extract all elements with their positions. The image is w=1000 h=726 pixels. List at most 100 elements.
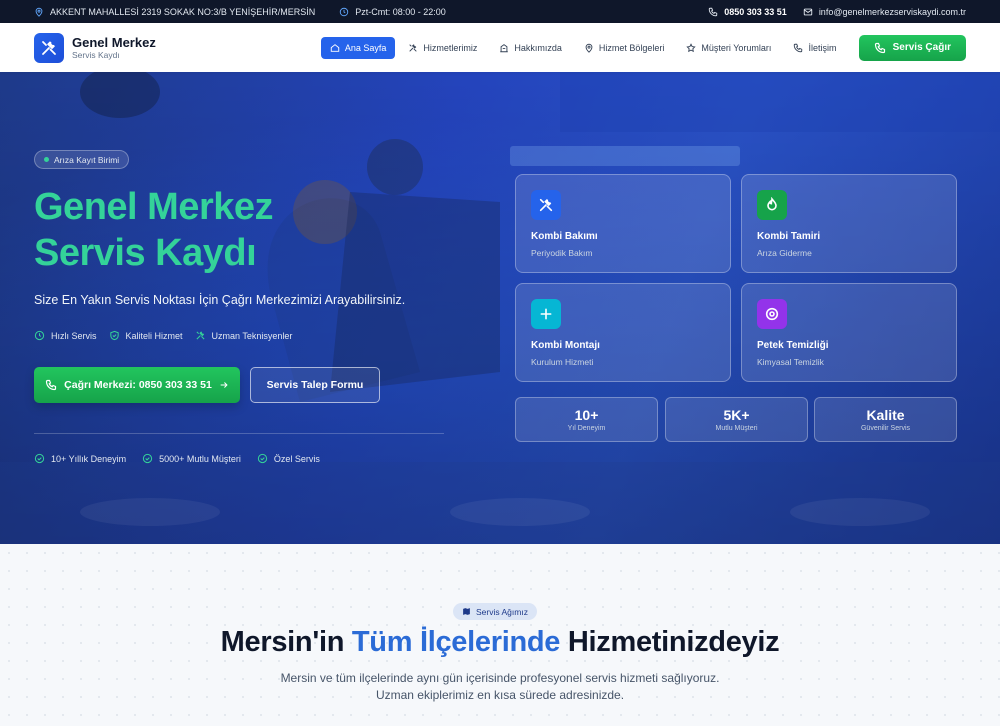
section-description: Mersin ve tüm ilçelerinde aynı gün içeri… xyxy=(0,670,1000,704)
trust-label: 10+ Yıllık Deneyim xyxy=(51,453,127,464)
section-desc-line2: Uzman ekiplerimiz en kısa sürede adresin… xyxy=(375,688,625,702)
logo-title: Genel Merkez xyxy=(72,34,156,50)
trust-indicators: 10+ Yıllık Deneyim 5000+ Mutlu Müşteri Ö… xyxy=(34,453,320,464)
section-title-pre: Mersin'in xyxy=(220,626,345,658)
call-center-label: Çağrı Merkezi: 0850 303 33 51 xyxy=(64,379,212,391)
star-icon xyxy=(686,42,697,52)
site-header: Genel Merkez Servis Kaydı Ana Sayfa Hizm… xyxy=(0,23,1000,72)
tools-icon xyxy=(196,331,205,340)
stat-value: Kalite xyxy=(866,407,905,423)
status-dot xyxy=(44,157,49,162)
hours-text: Pzt-Cmt: 08:00 - 22:00 xyxy=(355,6,446,17)
stat-customers: 5K+ Mutlu Müşteri xyxy=(665,397,808,442)
feature-label: Hızlı Servis xyxy=(51,330,97,341)
section-title-post: Hizmetinizdeyiz xyxy=(567,626,780,658)
check-circle-icon xyxy=(142,453,153,464)
section-badge: Servis Ağımız xyxy=(453,603,537,620)
feature-item: Uzman Teknisyenler xyxy=(195,330,293,341)
stat-value: 10+ xyxy=(574,407,599,423)
nav-label: Hizmetlerimiz xyxy=(423,42,478,53)
nav-item-reviews[interactable]: Müşteri Yorumları xyxy=(677,37,780,59)
trust-item: 5000+ Mutlu Müşteri xyxy=(142,453,241,464)
nav-label: Hizmet Bölgeleri xyxy=(598,42,665,53)
call-service-button[interactable]: Servis Çağır xyxy=(858,34,966,61)
flame-icon xyxy=(757,190,787,220)
clock-icon xyxy=(339,7,349,17)
nav-item-home[interactable]: Ana Sayfa xyxy=(320,36,396,59)
card-title: Kombi Tamiri xyxy=(757,231,821,242)
feature-item: Kaliteli Hizmet xyxy=(109,330,183,341)
topbar-phone-text: 0850 303 33 51 xyxy=(724,6,787,17)
site-logo[interactable]: Genel Merkez Servis Kaydı xyxy=(34,32,156,63)
section-badge-text: Servis Ağımız xyxy=(476,606,528,617)
hero-title: Genel Merkez Servis Kaydı xyxy=(34,184,274,276)
mail-icon xyxy=(803,7,813,17)
section-desc-line1: Mersin ve tüm ilçelerinde aynı gün içeri… xyxy=(280,671,720,685)
nav-label: İletişim xyxy=(808,42,837,53)
stat-label: Mutlu Müşteri xyxy=(715,425,758,432)
plus-icon xyxy=(531,299,561,329)
nav-label: Hakkımızda xyxy=(514,42,562,53)
shield-check-icon xyxy=(109,330,119,341)
card-subtitle: Kimyasal Temizlik xyxy=(757,357,824,367)
trust-label: Özel Servis xyxy=(273,453,320,464)
hero-title-line2: Servis Kaydı xyxy=(34,232,257,274)
cta-label: Servis Çağır xyxy=(892,42,951,53)
phone-icon xyxy=(794,43,803,52)
address-text: AKKENT MAHALLESİ 2319 SOKAK NO:3/B YENİŞ… xyxy=(50,6,316,17)
stat-label: Güvenilir Servis xyxy=(860,425,910,432)
nav-item-about[interactable]: Hakkımızda xyxy=(490,37,571,59)
service-request-form-button[interactable]: Servis Talep Formu xyxy=(250,367,380,403)
topbar-email-link[interactable]: info@genelmerkezserviskaydi.com.tr xyxy=(803,7,966,17)
map-pin-icon xyxy=(585,43,593,53)
building-icon xyxy=(500,43,509,52)
card-title: Kombi Montajı xyxy=(531,340,600,351)
card-subtitle: Kurulum Hizmeti xyxy=(531,357,594,367)
trust-item: 10+ Yıllık Deneyim xyxy=(34,453,126,464)
feature-item: Hızlı Servis xyxy=(34,330,97,341)
tools-icon xyxy=(531,190,561,220)
hours-info: Pzt-Cmt: 08:00 - 22:00 xyxy=(339,7,446,17)
service-card-maintenance[interactable]: Kombi Bakımı Periyodik Bakım xyxy=(515,174,731,273)
service-network-section: Servis Ağımız Mersin'in Tüm İlçelerinde … xyxy=(0,544,1000,726)
card-subtitle: Arıza Giderme xyxy=(757,248,812,258)
trust-item: Özel Servis xyxy=(257,453,320,464)
hero-divider xyxy=(34,433,444,434)
map-icon xyxy=(463,608,470,615)
service-card-installation[interactable]: Kombi Montajı Kurulum Hizmeti xyxy=(515,283,731,382)
card-title: Petek Temizliği xyxy=(757,340,829,351)
phone-icon xyxy=(708,7,718,17)
hero-features: Hızlı Servis Kaliteli Hizmet Uzman Tekni… xyxy=(34,330,292,341)
service-card-repair[interactable]: Kombi Tamiri Arıza Giderme xyxy=(741,174,957,273)
wrench-screwdriver-icon xyxy=(34,32,64,63)
feature-label: Kaliteli Hizmet xyxy=(125,330,183,341)
call-center-button[interactable]: Çağrı Merkezi: 0850 303 33 51 xyxy=(34,367,240,403)
hero-badge-text: Arıza Kayıt Birimi xyxy=(54,154,120,165)
stat-label: Yıl Deneyim xyxy=(567,425,606,432)
nav-item-contact[interactable]: İletişim xyxy=(784,37,845,59)
nav-label: Ana Sayfa xyxy=(344,42,387,53)
arrow-right-icon xyxy=(220,382,228,388)
map-pin-icon xyxy=(34,7,44,17)
topbar-phone-link[interactable]: 0850 303 33 51 xyxy=(708,7,787,17)
stat-value: 5K+ xyxy=(723,407,750,423)
card-title: Kombi Bakımı xyxy=(531,231,598,242)
feature-label: Uzman Teknisyenler xyxy=(211,330,293,341)
hero-section: Arıza Kayıt Birimi Genel Merkez Servis K… xyxy=(0,72,1000,544)
check-circle-icon xyxy=(34,453,45,464)
hero-title-line1: Genel Merkez xyxy=(34,186,274,228)
main-nav: Ana Sayfa Hizmetlerimiz Hakkımızda Hizme… xyxy=(320,36,846,59)
trust-label: 5000+ Mutlu Müşteri xyxy=(159,453,241,464)
nav-item-services[interactable]: Hizmetlerimiz xyxy=(399,37,486,59)
nav-label: Müşteri Yorumları xyxy=(701,42,772,53)
service-card-radiator-cleaning[interactable]: Petek Temizliği Kimyasal Temizlik xyxy=(741,283,957,382)
top-info-bar: AKKENT MAHALLESİ 2319 SOKAK NO:3/B YENİŞ… xyxy=(0,0,1000,23)
stat-quality: Kalite Güvenilir Servis xyxy=(814,397,957,442)
topbar-email-text: info@genelmerkezserviskaydi.com.tr xyxy=(818,6,966,17)
section-title-highlight: Tüm İlçelerinde xyxy=(351,626,561,658)
nav-item-regions[interactable]: Hizmet Bölgeleri xyxy=(575,37,674,59)
phone-icon xyxy=(874,42,885,53)
tools-icon xyxy=(409,43,418,52)
clock-icon xyxy=(34,330,45,341)
home-icon xyxy=(330,43,340,52)
